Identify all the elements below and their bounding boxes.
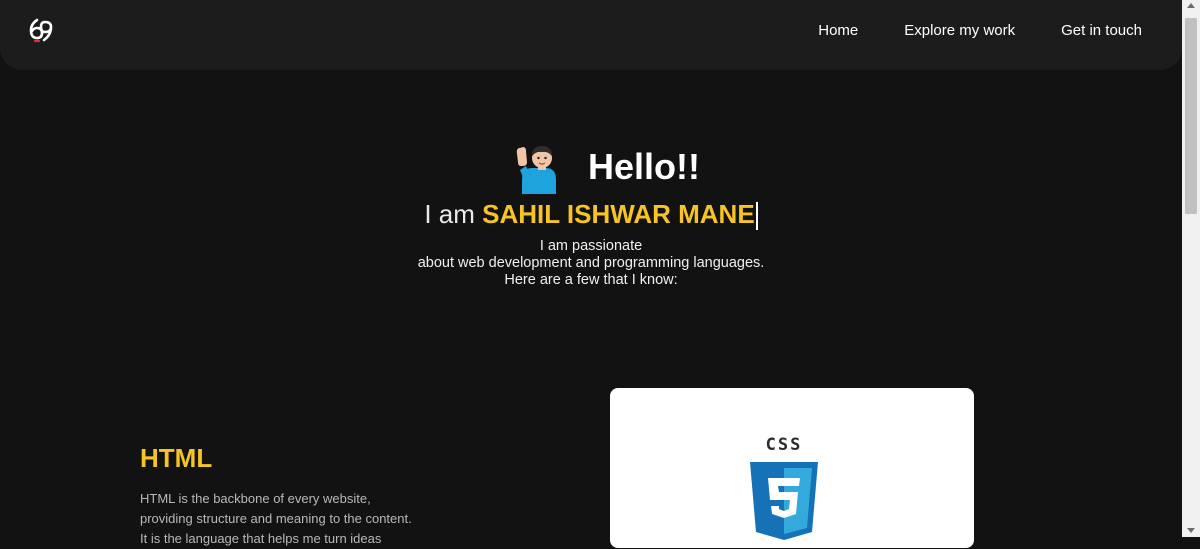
scroll-down-arrow-icon[interactable] <box>1187 528 1195 533</box>
css3-logo-icon: CSS <box>750 435 818 540</box>
navbar: Home Explore my work Get in touch <box>0 0 1182 70</box>
intro-line: about web development and programming la… <box>417 255 765 271</box>
logo-69-icon[interactable] <box>27 16 55 44</box>
intro-text: I am passionate about web development an… <box>0 238 1182 289</box>
typing-caret <box>755 202 758 231</box>
scrollbar-thumb[interactable] <box>1185 18 1197 214</box>
greeting-row: Hello!! <box>30 140 1182 194</box>
nav-link-home[interactable]: Home <box>818 22 858 39</box>
skill-card: CSS <box>610 388 974 548</box>
css-logo-label: CSS <box>766 435 803 455</box>
skill-title: HTML <box>140 443 213 473</box>
nav-links: Home Explore my work Get in touch <box>818 0 1142 60</box>
vertical-scrollbar[interactable] <box>1182 0 1200 537</box>
hero-section: Hello!! I am SAHIL ISHWAR MANE I am pass… <box>0 140 1182 289</box>
skill-description-line: providing structure and meaning to the c… <box>140 511 412 526</box>
nav-link-explore-my-work[interactable]: Explore my work <box>904 22 1015 39</box>
skill-description-line: It is the language that helps me turn id… <box>140 531 382 546</box>
skill-description: HTML is the backbone of every website, p… <box>140 489 420 549</box>
scroll-up-arrow-icon[interactable] <box>1187 3 1195 8</box>
intro-line: I am passionate <box>539 238 643 254</box>
skill-description-line: HTML is the backbone of every website, <box>140 491 371 506</box>
name-line: I am SAHIL ISHWAR MANE <box>0 198 1182 231</box>
intro-line: Here are a few that I know: <box>504 272 678 288</box>
full-name: SAHIL ISHWAR MANE <box>482 199 755 229</box>
nav-link-get-in-touch[interactable]: Get in touch <box>1061 22 1142 39</box>
greeting-text: Hello!! <box>588 146 700 187</box>
person-waving-icon <box>516 146 556 194</box>
name-prefix: I am <box>424 199 483 229</box>
